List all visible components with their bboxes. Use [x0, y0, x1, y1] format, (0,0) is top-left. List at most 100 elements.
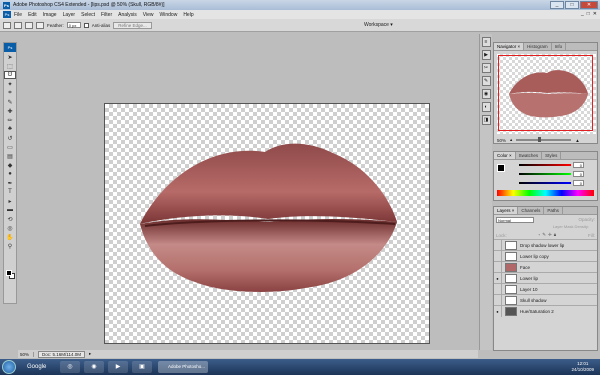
eye-icon[interactable]: ●	[494, 305, 502, 317]
brush-tool-icon[interactable]: ✏	[4, 116, 16, 124]
eye-icon[interactable]: ●	[494, 272, 502, 284]
layer-row[interactable]: Layer 10	[494, 283, 597, 295]
eraser-tool-icon[interactable]: ▭	[4, 143, 16, 151]
subtract-selection-icon[interactable]	[36, 21, 44, 29]
visibility-toggle[interactable]	[494, 250, 502, 262]
visibility-toggle[interactable]	[494, 261, 502, 273]
move-tool-icon[interactable]: ➤	[4, 53, 16, 61]
zoom-level[interactable]: 50%	[20, 351, 35, 357]
marquee-tool-icon[interactable]: ⬚	[4, 62, 16, 70]
clone-stamp-tool-icon[interactable]: ♣	[4, 125, 16, 133]
maximize-button[interactable]: □	[565, 1, 579, 9]
add-selection-icon[interactable]	[25, 21, 33, 29]
chrome-icon[interactable]: ◎	[60, 361, 80, 373]
new-selection-icon[interactable]	[14, 21, 22, 29]
tab-channels[interactable]: Channels	[518, 207, 545, 214]
clock[interactable]: 12:01 24/10/2009	[571, 361, 594, 373]
menu-layer[interactable]: Layer	[63, 12, 76, 18]
doc-size[interactable]: Doc: 5.16M/114.0M	[38, 350, 85, 358]
close-button[interactable]: ✕	[580, 1, 598, 9]
media-player-icon[interactable]: ▶	[108, 361, 128, 373]
eyedropper-tool-icon[interactable]: ✎	[4, 98, 16, 106]
navigator-preview[interactable]	[497, 54, 596, 134]
green-slider[interactable]	[519, 172, 571, 175]
document-canvas[interactable]	[104, 103, 430, 344]
navigator-zoom-slider[interactable]	[516, 137, 572, 142]
feather-input[interactable]: 0 px	[66, 22, 81, 28]
healing-tool-icon[interactable]: ✚	[4, 107, 16, 115]
brushes-icon[interactable]: ✎	[481, 76, 491, 86]
blend-mode-select[interactable]: Normal	[496, 216, 534, 223]
workspace-menu[interactable]: Workspace ▾	[364, 22, 393, 28]
tab-navigator[interactable]: Navigator ×	[494, 43, 525, 50]
lock-image-icon[interactable]: ✎	[542, 232, 546, 238]
menu-help[interactable]: Help	[183, 12, 193, 18]
menu-analysis[interactable]: Analysis	[118, 12, 137, 18]
menu-select[interactable]: Select	[81, 12, 95, 18]
lock-transparent-icon[interactable]: ▫	[539, 232, 541, 238]
dodge-tool-icon[interactable]: ●	[4, 170, 16, 178]
antialias-checkbox[interactable]	[83, 22, 89, 28]
zoom-out-icon[interactable]: ▴	[510, 137, 512, 143]
firefox-icon[interactable]: ◉	[84, 361, 104, 373]
tool-preset-picker[interactable]	[3, 21, 11, 29]
menu-view[interactable]: View	[143, 12, 154, 18]
menu-edit[interactable]: Edit	[28, 12, 37, 18]
doc-close-button[interactable]: ✕	[593, 11, 597, 17]
doc-minimize-button[interactable]: _	[581, 11, 584, 17]
red-slider[interactable]	[519, 163, 571, 166]
hand-tool-icon[interactable]: ✋	[4, 233, 16, 241]
path-select-tool-icon[interactable]: ▸	[4, 197, 16, 205]
menu-filter[interactable]: Filter	[101, 12, 112, 18]
visibility-toggle[interactable]	[494, 239, 502, 251]
layer-row[interactable]: ● Lower lip	[494, 272, 597, 284]
clone-source-icon[interactable]: ◉	[481, 89, 491, 99]
tab-paths[interactable]: Paths	[544, 207, 563, 214]
layer-row[interactable]: Face	[494, 261, 597, 273]
zoom-in-icon[interactable]: ▲	[575, 138, 579, 143]
tab-histogram[interactable]: Histogram	[524, 43, 552, 50]
visibility-toggle[interactable]	[494, 294, 502, 306]
history-brush-tool-icon[interactable]: ↺	[4, 134, 16, 142]
navigator-zoom-value[interactable]: 50%	[497, 138, 506, 143]
magic-wand-tool-icon[interactable]: ✦	[4, 80, 16, 88]
shape-tool-icon[interactable]: ▬	[4, 206, 16, 214]
tab-color[interactable]: Color ×	[494, 152, 516, 159]
color-spectrum[interactable]	[497, 190, 594, 196]
gradient-tool-icon[interactable]: ▤	[4, 152, 16, 160]
actions-icon[interactable]: ▶	[481, 50, 491, 60]
lock-position-icon[interactable]: ✛	[548, 232, 552, 238]
layer-row[interactable]: ● Hue/Saturation 2	[494, 305, 597, 317]
red-value[interactable]: 0	[573, 161, 584, 168]
start-button[interactable]	[2, 360, 16, 374]
explorer-icon[interactable]: ▣	[132, 361, 152, 373]
tab-info[interactable]: Info	[552, 43, 567, 50]
lasso-tool-icon[interactable]: ʘ	[4, 71, 16, 79]
color-foreground-swatch[interactable]	[497, 164, 505, 172]
status-arrow-icon[interactable]: ▸	[89, 351, 91, 357]
blur-tool-icon[interactable]: ◆	[4, 161, 16, 169]
menu-window[interactable]: Window	[160, 12, 178, 18]
blue-slider[interactable]	[519, 181, 571, 184]
adjustments-icon[interactable]: ◐	[481, 102, 491, 112]
menu-image[interactable]: Image	[43, 12, 57, 18]
tool-presets-icon[interactable]: ✂	[481, 63, 491, 73]
doc-restore-button[interactable]: □	[587, 11, 590, 17]
zoom-tool-icon[interactable]: ⚲	[4, 242, 16, 250]
menu-file[interactable]: File	[14, 12, 22, 18]
crop-tool-icon[interactable]: ⌗	[4, 89, 16, 97]
3d-rotate-tool-icon[interactable]: ⟲	[4, 215, 16, 223]
tab-layers[interactable]: Layers ×	[494, 207, 519, 214]
google-toolbar[interactable]: Google	[27, 364, 46, 370]
navigator-view-box[interactable]	[498, 55, 593, 131]
tab-styles[interactable]: Styles	[542, 152, 562, 159]
visibility-toggle[interactable]	[494, 283, 502, 295]
pen-tool-icon[interactable]: ✒	[4, 179, 16, 187]
photoshop-task-button[interactable]: Adobe Photosho...	[158, 361, 208, 373]
tab-swatches[interactable]: Swatches	[516, 152, 543, 159]
type-tool-icon[interactable]: T	[4, 188, 16, 196]
foreground-color-swatch[interactable]	[6, 270, 12, 276]
layer-row[interactable]: Drop shadow lower lip	[494, 239, 597, 251]
layer-row[interactable]: Lower lip copy	[494, 250, 597, 262]
refine-edge-button[interactable]: Refine Edge...	[113, 21, 152, 29]
